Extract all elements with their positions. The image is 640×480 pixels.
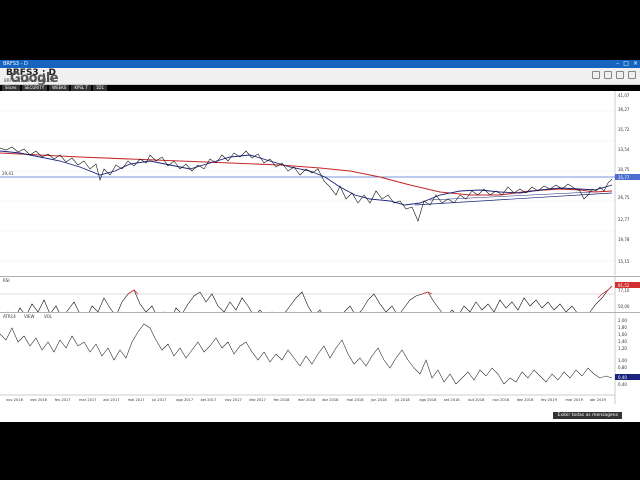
date-axis-label: abr 2019 [590,398,607,402]
osc-tick: 1,80 [618,325,627,330]
price-tick: 19,78 [618,237,630,242]
date-axis-label: dez 2016 [30,398,47,402]
osc-tab-atr[interactable]: ATR14 [3,314,16,319]
rsi-tick: 50,00 [618,304,630,309]
price-tick: 30,75 [618,167,630,172]
hline-label: 29,41 [2,171,14,176]
toolbar-icons [592,71,636,79]
date-axis-label: abr 2017 [103,398,119,402]
osc-tab-vol[interactable]: VOL [44,314,53,319]
date-axis-label: abr 2018 [322,398,339,402]
osc-tick: 2,00 [618,318,627,323]
layout-icon[interactable] [616,71,624,79]
date-axis-label: mai 2018 [347,398,365,402]
osc-tick: 1,20 [618,346,627,351]
date-axis-label: set 2018 [444,398,460,402]
date-axis-label: nov 2017 [225,398,242,402]
osc-tick: 0,80 [618,365,627,370]
date-axis-label: mar 2019 [565,398,583,402]
close-button[interactable]: × [633,60,638,68]
osc-tick: 1,40 [618,339,627,344]
chart-toolbar: BRFS3 : D Google BRFS3 12,48 ↓0,04 1954 [0,68,640,86]
osc-tab-view[interactable]: VIEW [24,314,34,319]
date-axis-label: mar 2018 [298,398,316,402]
date-axis-label: jun 2018 [370,398,388,402]
window-title: BRFS3 - D [3,61,28,67]
date-axis-label: out 2018 [468,398,485,402]
expand-icon[interactable] [628,71,636,79]
date-axis-label: set 2017 [201,398,217,402]
maximize-button[interactable]: □ [623,60,629,68]
rsi-label: RSI [3,278,10,283]
date-axis-label: jul 2018 [394,398,410,402]
title-bar: BRFS3 - D – □ × [0,60,640,68]
price-tick: 15,15 [618,259,630,264]
price-chart-panel[interactable]: 29,41 41,07 36,27 35,72 33,54 30,75 26,7… [0,91,640,275]
price-tick: 36,27 [618,107,630,112]
status-bar [0,414,640,422]
osc-current-label: 0,40 [618,375,627,380]
price-tick: 35,72 [618,127,630,132]
rsi-tick: 77,10 [618,288,630,293]
osc-tick: 1,60 [618,332,627,337]
messages-button[interactable]: Exibir todas as mensagens [553,412,622,419]
osc-tick: 0,40 [618,382,627,387]
window-controls: – □ × [616,60,638,68]
date-axis-label: fev 2019 [541,398,558,402]
date-axis-label: ago 2018 [419,398,437,402]
price-tick: 41,07 [618,93,630,98]
minimize-button[interactable]: – [616,60,619,68]
date-axis-label: nov 2018 [492,398,510,402]
price-tick: 22,77 [618,217,630,222]
oscillator-panel[interactable]: ATR14 VIEW VOL 2,00 1,80 1,60 1,40 1,20 … [0,312,640,404]
date-axis-label: mar 2017 [79,398,96,402]
zoom-icon[interactable] [604,71,612,79]
date-axis-label: nov 2016 [6,398,24,402]
osc-tick: 1,00 [618,358,627,363]
date-axis-label: mai 2017 [128,398,145,402]
quote-info: BRFS3 12,48 ↓0,04 1954 [4,78,55,83]
price-tick: 26,75 [618,195,630,200]
settings-icon[interactable] [592,71,600,79]
rsi-current-label: 81,52 [618,283,630,288]
date-axis-label: dez 2018 [517,398,534,402]
date-axis-label: fev 2017 [55,398,71,402]
date-axis-label: dez 2017 [249,398,266,402]
price-tick: 33,54 [618,147,630,152]
date-axis-label: ago 2017 [176,398,193,402]
trading-window: BRFS3 - D – □ × BRFS3 : D Google BRFS3 1… [0,60,640,422]
date-axis-label: jul 2017 [151,398,167,402]
current-price-label: 35,77 [618,175,630,180]
date-axis-label: fev 2018 [274,398,291,402]
